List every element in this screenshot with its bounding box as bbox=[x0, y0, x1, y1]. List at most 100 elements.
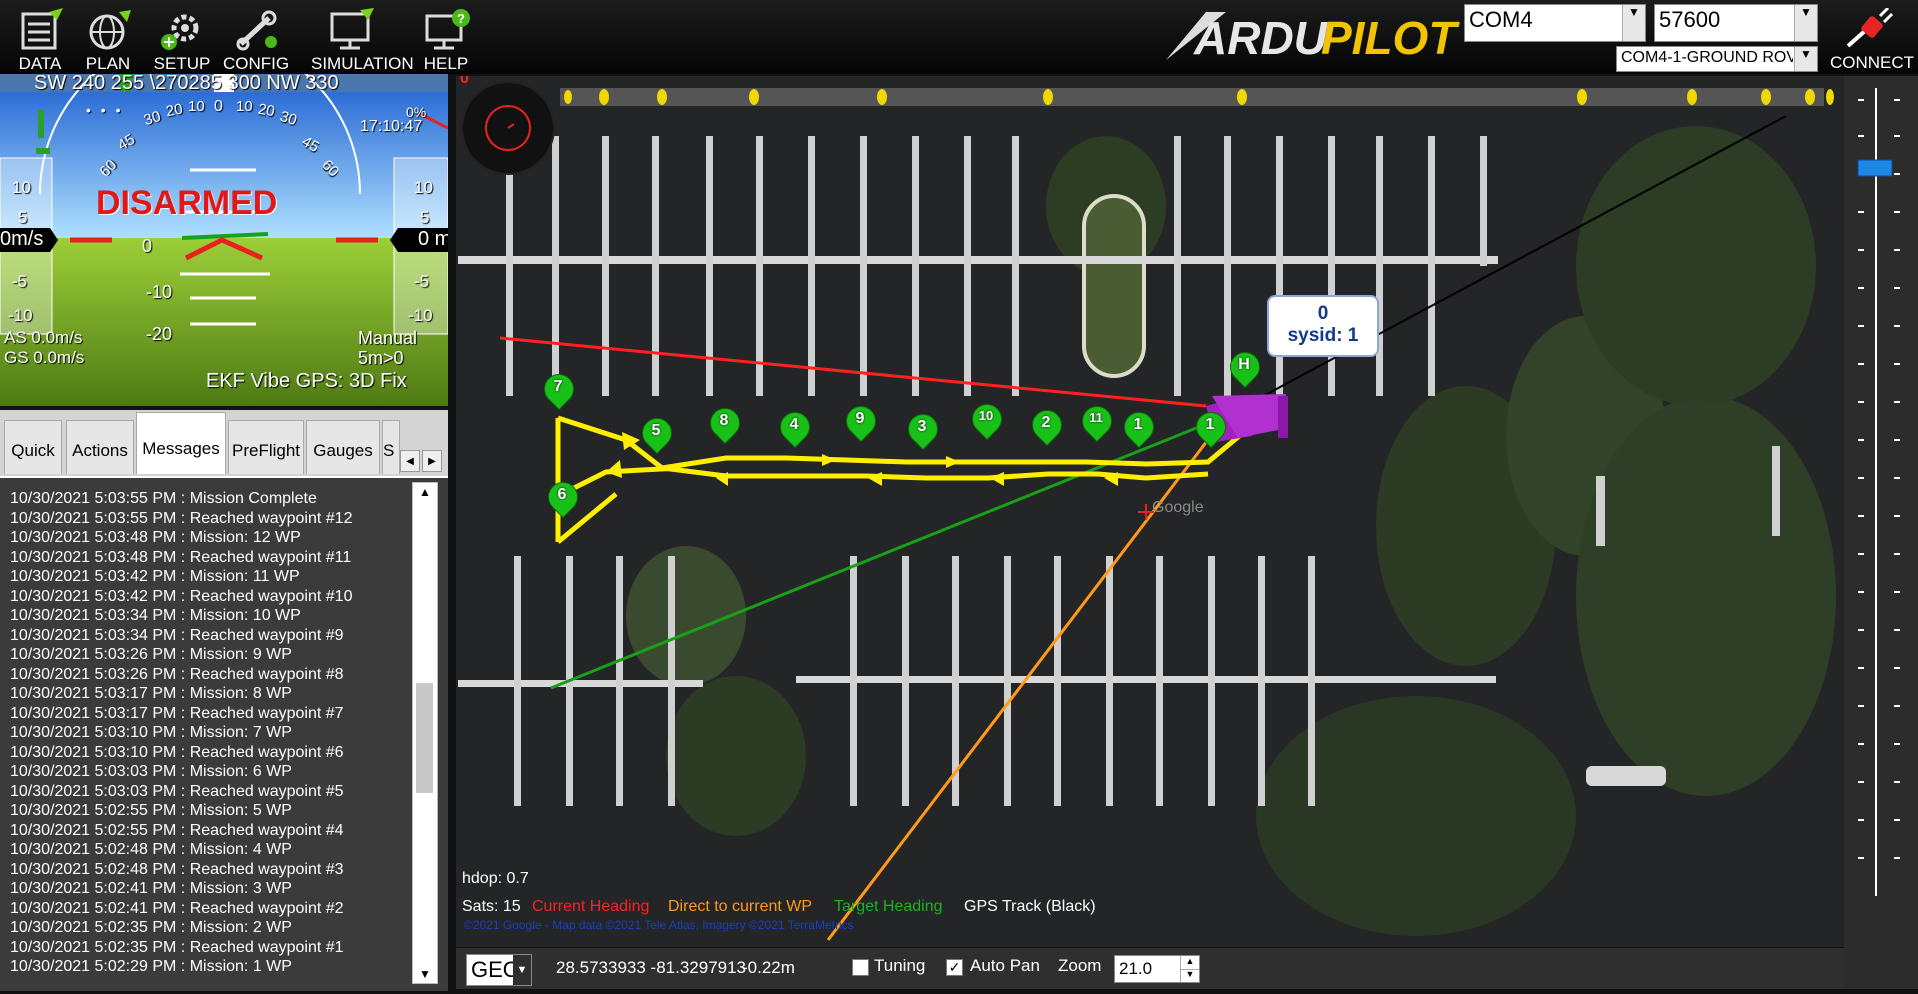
simulation-button[interactable]: SIMULATION bbox=[311, 6, 414, 73]
auto-pan-checkbox[interactable]: ✓ bbox=[946, 959, 963, 976]
list-item: 10/30/2021 5:03:26 PM : Mission: 9 WP bbox=[10, 646, 292, 663]
chevron-down-icon[interactable]: ▼ bbox=[1622, 5, 1645, 41]
waypoint-marker-3[interactable]: 3 bbox=[901, 407, 945, 454]
action-tabs: Quick Actions Messages PreFlight Gauges … bbox=[0, 410, 448, 476]
left-scale-neg5: -5 bbox=[12, 272, 28, 291]
messages-scrollbar[interactable]: ▲ ▼ bbox=[412, 482, 438, 984]
waypoint-marker-12[interactable]: 1 bbox=[1189, 405, 1233, 452]
chevron-down-icon[interactable]: ▼ bbox=[1794, 47, 1817, 71]
right-scale-neg10: -10 bbox=[408, 306, 433, 325]
tab-quick[interactable]: Quick bbox=[4, 420, 62, 474]
zoom-slider-track bbox=[1857, 88, 1900, 896]
disarmed-status: DISARMED bbox=[96, 184, 278, 222]
help-button[interactable]: ? HELP bbox=[406, 6, 486, 73]
coordinates-readout: 28.5733933 -81.3297913 bbox=[556, 958, 747, 977]
zoom-stepper[interactable]: 21.0 ▲ ▼ bbox=[1114, 955, 1200, 983]
setup-label: SETUP bbox=[153, 54, 211, 73]
home-marker[interactable]: H bbox=[1223, 345, 1267, 392]
list-item: 10/30/2021 5:02:29 PM : Mission: 1 WP bbox=[10, 958, 292, 975]
right-scale-10: 10 bbox=[414, 178, 433, 197]
setup-button[interactable]: SETUP bbox=[142, 6, 222, 73]
zoom-slider-thumb[interactable] bbox=[1857, 159, 1893, 177]
waypoint-marker-4[interactable]: 4 bbox=[773, 405, 817, 452]
zoom-value: 21.0 bbox=[1119, 959, 1153, 978]
scrollbar-thumb[interactable] bbox=[416, 683, 433, 793]
hud-top-marks: • • • bbox=[86, 102, 124, 118]
chevron-down-icon[interactable]: ▼ bbox=[413, 967, 437, 981]
ekf-vibe-gps-status: EKF Vibe GPS: 3D Fix bbox=[206, 370, 407, 392]
list-item: 10/30/2021 5:03:03 PM : Mission: 6 WP bbox=[10, 763, 292, 780]
baud-select[interactable]: 57600 ▼ bbox=[1654, 4, 1818, 42]
list-item: 10/30/2021 5:03:48 PM : Reached waypoint… bbox=[10, 548, 352, 566]
right-scale-neg5: -5 bbox=[414, 272, 430, 291]
tab-scroll-left-icon[interactable]: ◀ bbox=[400, 450, 420, 472]
list-item: 10/30/2021 5:03:17 PM : Mission: 8 WP bbox=[10, 685, 292, 702]
heading-tape: SW 240 255 \270285 300 NW 330 bbox=[34, 74, 339, 94]
map-copyright: ©2021 Google - Map data ©2021 Tele Atlas… bbox=[464, 918, 854, 932]
tuning-checkbox[interactable] bbox=[852, 959, 869, 976]
flight-map[interactable]: Google 0 7 5 8 4 9 3 10 2 11 1 1 6 H 0 s… bbox=[456, 76, 1844, 947]
plan-globe-icon bbox=[89, 10, 131, 50]
list-item: 10/30/2021 5:02:55 PM : Reached waypoint… bbox=[10, 821, 344, 839]
ladder-0: 0 bbox=[142, 236, 153, 256]
config-button[interactable]: CONFIG bbox=[216, 6, 296, 73]
tab-preflight[interactable]: PreFlight bbox=[228, 420, 304, 474]
zoom-down-icon[interactable]: ▼ bbox=[1180, 969, 1199, 982]
zoom-up-icon[interactable]: ▲ bbox=[1180, 956, 1199, 970]
main-toolbar: DATA PLAN SETUP CONFIG SIMULATION ? HELP… bbox=[0, 0, 1918, 74]
list-item: 10/30/2021 5:02:35 PM : Mission: 2 WP bbox=[10, 919, 292, 936]
waypoint-marker-5[interactable]: 5 bbox=[635, 411, 679, 458]
list-item: 10/30/2021 5:02:41 PM : Reached waypoint… bbox=[10, 899, 344, 917]
right-scale-5: 5 bbox=[420, 208, 430, 227]
messages-list[interactable]: 10/30/2021 5:03:55 PM : Mission Complete… bbox=[0, 476, 448, 991]
list-item: 10/30/2021 5:03:42 PM : Mission: 11 WP bbox=[10, 568, 300, 585]
tab-messages[interactable]: Messages bbox=[136, 412, 226, 474]
ladder-neg20: -20 bbox=[146, 324, 173, 344]
plug-icon bbox=[1846, 6, 1894, 48]
waypoint-marker-9[interactable]: 9 bbox=[839, 399, 883, 446]
list-item: 10/30/2021 5:03:10 PM : Mission: 7 WP bbox=[10, 724, 292, 741]
tuning-label: Tuning bbox=[874, 956, 926, 975]
list-item: 10/30/2021 5:03:03 PM : Reached waypoint… bbox=[10, 782, 344, 800]
coord-system-select[interactable]: GEO ▼ bbox=[466, 954, 532, 986]
pitch-label-10b: 10 bbox=[236, 98, 253, 115]
tab-gauges[interactable]: Gauges bbox=[306, 420, 380, 474]
left-scale-5: 5 bbox=[18, 208, 28, 227]
connect-button[interactable]: CONNECT bbox=[1826, 6, 1918, 72]
waypoint-marker-2[interactable]: 2 bbox=[1025, 403, 1069, 450]
vehicle-id: 0 bbox=[1317, 303, 1329, 324]
plan-button[interactable]: PLAN bbox=[68, 6, 148, 73]
left-scale-10: 10 bbox=[12, 178, 31, 197]
waypoint-marker-8[interactable]: 8 bbox=[703, 401, 747, 448]
waypoint-marker-10[interactable]: 10 bbox=[965, 397, 1009, 444]
tab-status[interactable]: S bbox=[382, 420, 400, 474]
vehicle-tooltip: 0 sysid: 1 bbox=[1267, 295, 1379, 357]
chevron-down-icon[interactable]: ▼ bbox=[1794, 5, 1817, 41]
port-value: COM4 bbox=[1469, 7, 1533, 32]
ardupilot-logo: ARDU PILOT bbox=[1166, 8, 1462, 64]
config-wrench-icon bbox=[236, 10, 277, 51]
hdop-readout: hdop: 0.7 bbox=[462, 870, 529, 887]
chevron-up-icon[interactable]: ▲ bbox=[413, 485, 437, 499]
waypoint-marker-11[interactable]: 11 bbox=[1075, 399, 1119, 446]
logo-text-ardu: ARDU bbox=[1193, 12, 1329, 64]
list-item: 10/30/2021 5:03:10 PM : Reached waypoint… bbox=[10, 743, 344, 761]
tab-actions[interactable]: Actions bbox=[66, 420, 134, 474]
waypoint-marker-6[interactable]: 6 bbox=[541, 475, 585, 522]
ladder-neg10: -10 bbox=[146, 282, 173, 302]
config-label: CONFIG bbox=[222, 54, 290, 73]
connect-label: CONNECT bbox=[1829, 53, 1915, 72]
zoom-label: Zoom bbox=[1058, 956, 1102, 975]
zoom-slider[interactable] bbox=[1844, 76, 1918, 989]
list-item: 10/30/2021 5:02:55 PM : Mission: 5 WP bbox=[10, 802, 292, 819]
list-item: 10/30/2021 5:02:35 PM : Reached waypoint… bbox=[10, 938, 344, 956]
tab-scroll-right-icon[interactable]: ▶ bbox=[422, 450, 442, 472]
link-select[interactable]: COM4-1-GROUND ROV ▼ bbox=[1616, 46, 1818, 72]
port-select[interactable]: COM4 ▼ bbox=[1464, 4, 1646, 42]
hud-percent: 0% bbox=[406, 104, 427, 120]
chevron-down-icon[interactable]: ▼ bbox=[513, 955, 531, 985]
list-item: 10/30/2021 5:02:48 PM : Mission: 4 WP bbox=[10, 841, 292, 858]
waypoint-marker-1[interactable]: 1 bbox=[1117, 405, 1161, 452]
waypoint-marker-7[interactable]: 7 bbox=[537, 367, 581, 414]
plan-label: PLAN bbox=[85, 54, 131, 73]
